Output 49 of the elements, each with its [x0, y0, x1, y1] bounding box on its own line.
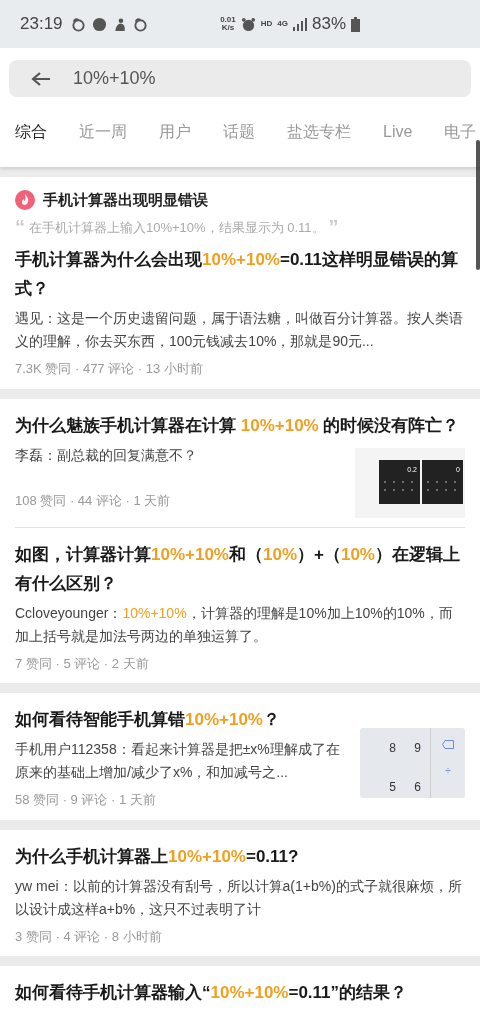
tab[interactable]: 电子 [428, 120, 480, 144]
net-speed: 0.01 [220, 16, 236, 24]
result-title: 为什么手机计算器上10%+10%=0.11? [15, 845, 300, 868]
back-arrow-icon [31, 70, 51, 87]
result-excerpt: 手机用户112358：看起来计算器是把±x%理解成了在原来的基础上增加/减少了x%，和加减号之... [15, 740, 341, 782]
result-meta: 58 赞同 · 9 评论 · 1 天前 [15, 791, 157, 809]
result-title: 如何看待智能手机算错10%+10%？ [15, 709, 281, 731]
battery-icon [351, 16, 360, 32]
keypad-key: ÷ [445, 763, 451, 778]
result-excerpt: 李磊：副总裁的回复满意不？ [15, 445, 198, 465]
flame-icon [15, 190, 35, 211]
quote-mark: “ [15, 220, 25, 235]
keypad-key: 9 [405, 740, 430, 759]
topic-title: 手机计算器出现明显错误 [43, 190, 208, 210]
keypad-key: 6 [405, 779, 430, 798]
result-meta: 3 赞同 · 4 评论 · 8 小时前 [15, 927, 163, 946]
network-label: 4G [277, 18, 288, 30]
quote-mark: ” [328, 220, 339, 235]
tab[interactable]: 综合 [0, 120, 63, 144]
status-time: 23:19 [20, 13, 63, 36]
result-meta: 7 赞同 · 5 评论 · 2 天前 [15, 654, 150, 673]
result-excerpt: Ccloveyounger：10%+10%，计算器的理解是10%加上10%的10%，而加上括号就是加法号两边的单独运算了。 [15, 603, 454, 646]
result-title: 为什么魅族手机计算器在计算 10%+10% 的时候没有阵亡？ [15, 414, 461, 437]
search-field[interactable]: 10%+10% [9, 60, 471, 97]
result-title: 手机计算器为什么会出现10%+10%=0.11这样明显错误的算式？ [15, 249, 460, 300]
result-excerpt: yw mei：以前的计算器没有刮号，所以计算a(1+b%)的式子就很麻烦，所以设计成这样a+b%，这只不过表明了计 [15, 876, 463, 919]
tab[interactable]: 近一周 [63, 120, 143, 144]
circle-icon [91, 16, 107, 32]
topic-quote: 在手机计算器上输入10%+10%，结果显示为 0.11。 [29, 218, 325, 237]
hd-label: HD [260, 18, 273, 30]
tab[interactable]: 用户 [143, 120, 207, 144]
result-title: 如何看待手机计算器输入“10%+10%=0.11”的结果？ [15, 982, 409, 1004]
swirl-icon [132, 16, 148, 32]
keypad-key: 8 [380, 740, 405, 759]
keypad-key: 5 [380, 779, 405, 798]
scrollbar[interactable] [476, 140, 480, 270]
tab[interactable]: Live [367, 120, 429, 144]
backspace-icon [442, 740, 454, 749]
result-title: 如图，计算器计算10%+10%和（10%）+（10%）在逻辑上有什么区别？ [15, 543, 461, 595]
alarm-icon [240, 16, 256, 32]
tab[interactable]: 话题 [207, 120, 271, 144]
result-excerpt: 遇见：这是一个历史遗留问题，属于语法糖，叫做百分计算器。按人类语义的理解，你去买东西，100元钱减去10%，那就是90元... [15, 309, 464, 351]
tab[interactable]: 盐选专栏 [271, 120, 367, 144]
net-speed-unit: K/s [221, 24, 235, 32]
battery-percent: 83% [311, 13, 346, 36]
result-meta: 108 赞同 · 44 评论 · 1 天前 [15, 491, 172, 510]
result-meta: 7.3K 赞同 · 477 评论 · 13 小时前 [15, 360, 204, 378]
signal-icon [292, 17, 307, 31]
swirl-icon [70, 16, 86, 32]
